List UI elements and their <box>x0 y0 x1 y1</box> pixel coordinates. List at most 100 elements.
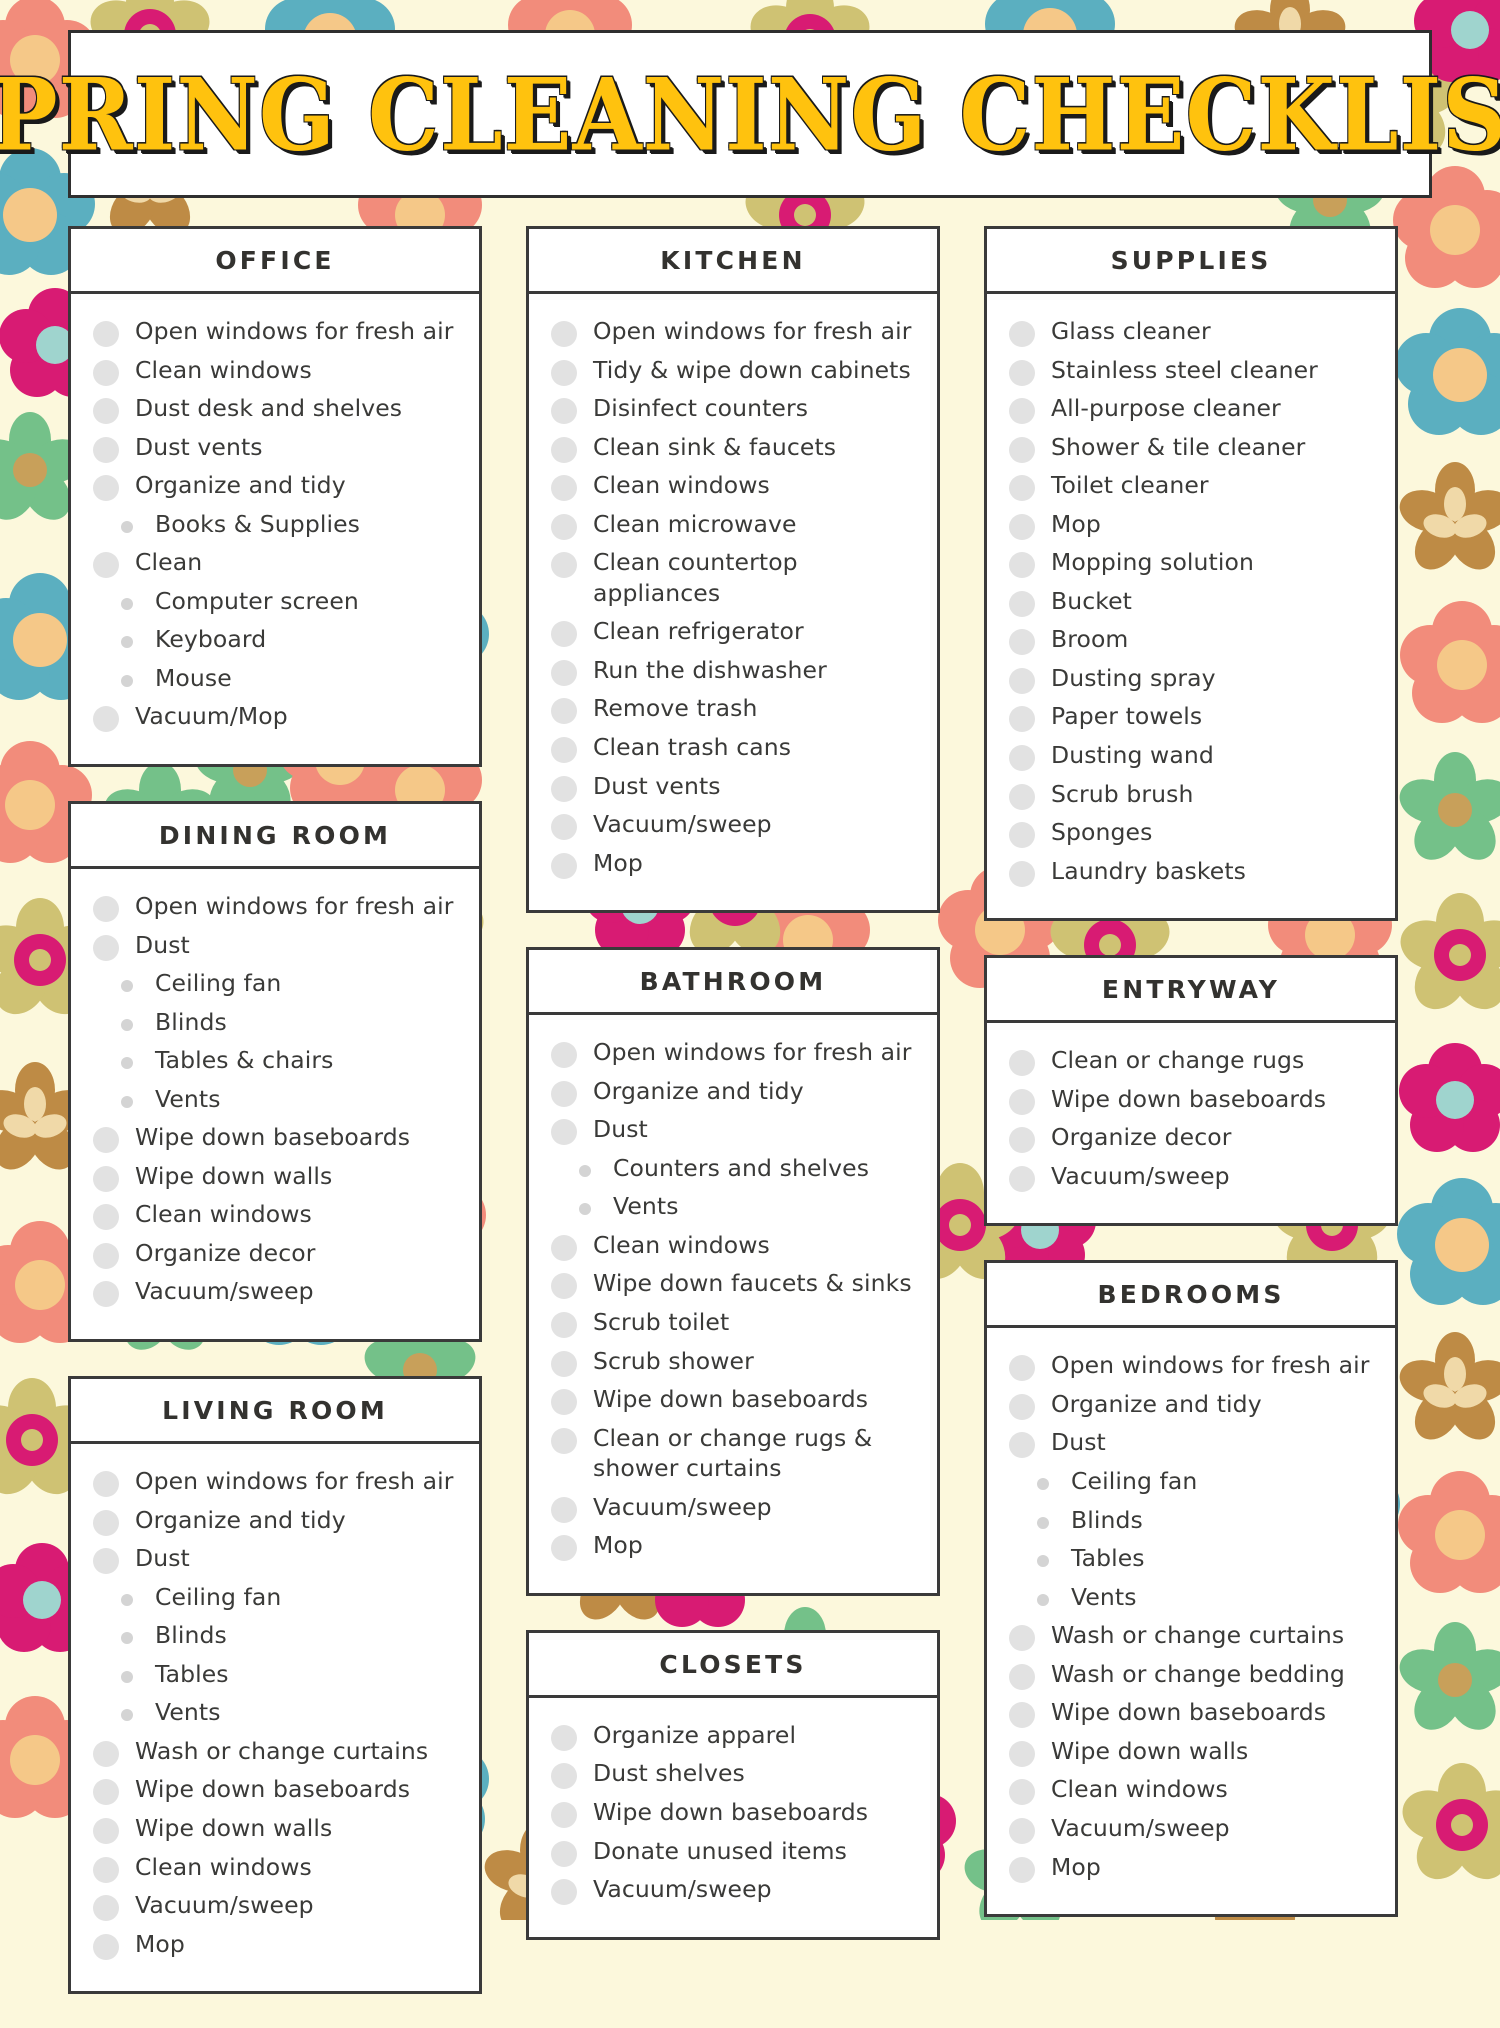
checklist-subitem[interactable]: Vents <box>1009 1582 1377 1613</box>
sub-bullet-icon[interactable] <box>1037 1555 1049 1568</box>
sub-bullet-icon[interactable] <box>121 520 133 533</box>
checklist-item[interactable]: Open windows for fresh air <box>551 316 919 347</box>
checklist-item[interactable]: Dusting spray <box>1009 663 1377 694</box>
checkbox-circle-icon[interactable] <box>551 1234 577 1261</box>
checkbox-circle-icon[interactable] <box>1009 436 1035 463</box>
checkbox-circle-icon[interactable] <box>1009 359 1035 386</box>
checkbox-circle-icon[interactable] <box>93 1740 119 1767</box>
checklist-item[interactable]: Dust shelves <box>551 1758 919 1790</box>
sub-bullet-icon[interactable] <box>121 674 133 687</box>
checkbox-circle-icon[interactable] <box>551 1042 577 1069</box>
checkbox-circle-icon[interactable] <box>551 513 577 540</box>
checklist-item[interactable]: Clean or change rugs & shower curtains <box>551 1423 919 1484</box>
checklist-item[interactable]: Dust desk and shelves <box>93 393 461 425</box>
checklist-item[interactable]: Vacuum/sweep <box>1009 1161 1377 1192</box>
checkbox-circle-icon[interactable] <box>551 775 577 802</box>
checklist-item[interactable]: Dust <box>93 930 461 961</box>
checkbox-circle-icon[interactable] <box>1009 321 1035 347</box>
checklist-item[interactable]: Open windows for fresh air <box>93 316 461 347</box>
checklist-item[interactable]: Organize and tidy <box>1009 1389 1377 1420</box>
checklist-item[interactable]: Shower & tile cleaner <box>1009 432 1377 463</box>
checklist-subitem[interactable]: Tables <box>93 1659 461 1690</box>
checkbox-circle-icon[interactable] <box>93 321 119 347</box>
checkbox-circle-icon[interactable] <box>93 896 119 923</box>
checklist-item[interactable]: Stainless steel cleaner <box>1009 355 1377 386</box>
checklist-item[interactable]: Scrub brush <box>1009 779 1377 810</box>
checklist-item[interactable]: Scrub shower <box>551 1346 919 1377</box>
checkbox-circle-icon[interactable] <box>551 1879 577 1906</box>
checkbox-circle-icon[interactable] <box>1009 1702 1035 1729</box>
checklist-item[interactable]: Donate unused items <box>551 1836 919 1867</box>
checkbox-circle-icon[interactable] <box>93 934 119 961</box>
checklist-item[interactable]: Open windows for fresh air <box>551 1037 919 1069</box>
checklist-item[interactable]: Clean windows <box>551 470 919 502</box>
checklist-item[interactable]: Clean refrigerator <box>551 616 919 648</box>
sub-bullet-icon[interactable] <box>121 1095 133 1108</box>
checkbox-circle-icon[interactable] <box>93 1933 119 1960</box>
checkbox-circle-icon[interactable] <box>93 552 119 579</box>
checkbox-circle-icon[interactable] <box>1009 822 1035 849</box>
checklist-item[interactable]: Clean windows <box>1009 1774 1377 1806</box>
checklist-item[interactable]: Vacuum/sweep <box>551 1874 919 1906</box>
sub-bullet-icon[interactable] <box>121 980 133 993</box>
checkbox-circle-icon[interactable] <box>93 1509 119 1536</box>
checkbox-circle-icon[interactable] <box>551 475 577 502</box>
checkbox-circle-icon[interactable] <box>1009 1127 1035 1154</box>
checklist-item[interactable]: Wipe down walls <box>93 1813 461 1844</box>
sub-bullet-icon[interactable] <box>121 636 133 649</box>
checkbox-circle-icon[interactable] <box>1009 513 1035 540</box>
checklist-subitem[interactable]: Ceiling fan <box>93 968 461 999</box>
checklist-item[interactable]: Vacuum/sweep <box>93 1890 461 1922</box>
checkbox-circle-icon[interactable] <box>551 659 577 686</box>
checkbox-circle-icon[interactable] <box>1009 1625 1035 1652</box>
checklist-item[interactable]: Dust <box>93 1543 461 1575</box>
checklist-item[interactable]: Broom <box>1009 624 1377 656</box>
sub-bullet-icon[interactable] <box>121 1593 133 1606</box>
checkbox-circle-icon[interactable] <box>1009 1817 1035 1844</box>
checklist-item[interactable]: Wash or change curtains <box>93 1736 461 1767</box>
checkbox-circle-icon[interactable] <box>93 398 119 425</box>
checklist-item[interactable]: Wipe down faucets & sinks <box>551 1268 919 1300</box>
checkbox-circle-icon[interactable] <box>1009 745 1035 772</box>
checklist-item[interactable]: Laundry baskets <box>1009 856 1377 887</box>
checkbox-circle-icon[interactable] <box>551 359 577 386</box>
checklist-item[interactable]: Mop <box>93 1929 461 1960</box>
checklist-item[interactable]: Dust vents <box>93 432 461 463</box>
checklist-item[interactable]: Wipe down baseboards <box>93 1122 461 1154</box>
checklist-subitem[interactable]: Mouse <box>93 663 461 694</box>
checklist-item[interactable]: Mop <box>1009 1852 1377 1883</box>
sub-bullet-icon[interactable] <box>1037 1478 1049 1491</box>
checkbox-circle-icon[interactable] <box>93 1165 119 1192</box>
checkbox-circle-icon[interactable] <box>1009 590 1035 617</box>
checklist-subitem[interactable]: Blinds <box>93 1620 461 1651</box>
checkbox-circle-icon[interactable] <box>551 1840 577 1867</box>
checklist-item[interactable]: Dusting wand <box>1009 740 1377 772</box>
checkbox-circle-icon[interactable] <box>93 706 119 733</box>
checklist-item[interactable]: Wipe down baseboards <box>551 1384 919 1416</box>
checklist-subitem[interactable]: Vents <box>93 1697 461 1728</box>
checklist-item[interactable]: Tidy & wipe down cabinets <box>551 355 919 386</box>
checkbox-circle-icon[interactable] <box>93 1779 119 1806</box>
checkbox-circle-icon[interactable] <box>93 1895 119 1922</box>
checkbox-circle-icon[interactable] <box>93 359 119 386</box>
checklist-item[interactable]: Wipe down walls <box>93 1161 461 1192</box>
checklist-subitem[interactable]: Blinds <box>1009 1505 1377 1536</box>
checklist-item[interactable]: Clean sink & faucets <box>551 432 919 463</box>
checkbox-circle-icon[interactable] <box>551 1119 577 1146</box>
checklist-item[interactable]: Dust vents <box>551 771 919 802</box>
checkbox-circle-icon[interactable] <box>551 1080 577 1107</box>
checklist-item[interactable]: Scrub toilet <box>551 1307 919 1339</box>
checkbox-circle-icon[interactable] <box>1009 1355 1035 1382</box>
checklist-item[interactable]: Organize and tidy <box>93 1505 461 1536</box>
checkbox-circle-icon[interactable] <box>1009 1088 1035 1115</box>
checkbox-circle-icon[interactable] <box>551 1801 577 1828</box>
checklist-subitem[interactable]: Vents <box>93 1084 461 1115</box>
checkbox-circle-icon[interactable] <box>551 321 577 347</box>
checklist-item[interactable]: Organize decor <box>1009 1122 1377 1154</box>
checkbox-circle-icon[interactable] <box>551 1496 577 1523</box>
checklist-item[interactable]: All-purpose cleaner <box>1009 393 1377 425</box>
checkbox-circle-icon[interactable] <box>551 436 577 463</box>
checklist-item[interactable]: Wipe down baseboards <box>1009 1084 1377 1115</box>
sub-bullet-icon[interactable] <box>121 1632 133 1645</box>
checklist-item[interactable]: Organize and tidy <box>93 470 461 502</box>
